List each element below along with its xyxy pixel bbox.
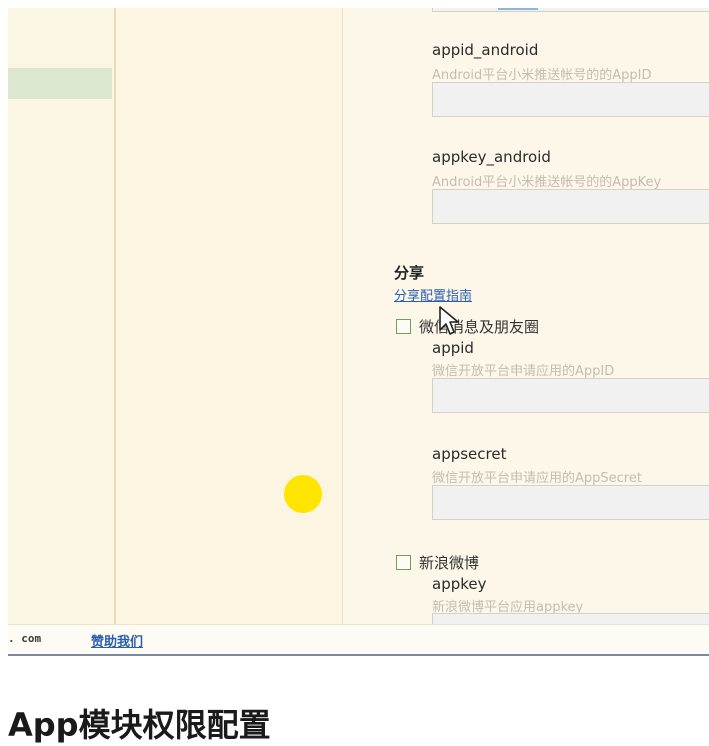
app-config-screenshot: appid_android Android平台小米推送帐号的的AppID app… <box>8 8 709 655</box>
weibo-checkbox-row[interactable]: 新浪微博 <box>396 552 479 573</box>
weibo-checkbox-label: 新浪微博 <box>419 554 480 572</box>
field-hint-wechat-appid: 微信开放平台申请应用的AppID <box>432 364 615 379</box>
page-heading: App模块权限配置 <box>8 706 271 744</box>
appkey-android-input[interactable] <box>432 189 709 224</box>
field-label-appid-android: appid_android <box>432 41 539 59</box>
screenshot-bottom-border <box>8 654 709 656</box>
left-nav-column <box>8 8 116 624</box>
left-nav-selected-item[interactable] <box>8 68 112 99</box>
field-label-weibo-appkey: appkey <box>432 575 487 593</box>
footer-domain: . com <box>8 632 42 645</box>
weibo-checkbox[interactable] <box>396 555 411 570</box>
sponsor-link[interactable]: 赞助我们 <box>91 631 143 650</box>
wechat-checkbox-row[interactable]: 微信消息及朋友圈 <box>396 316 539 337</box>
share-guide-link[interactable]: 分享配置指南 <box>394 285 472 304</box>
field-label-appkey-android: appkey_android <box>432 148 551 166</box>
wechat-checkbox-label: 微信消息及朋友圈 <box>419 318 540 336</box>
previous-field-accent <box>498 8 538 10</box>
field-label-wechat-appsecret: appsecret <box>432 445 507 463</box>
share-section-title: 分享 <box>394 264 425 282</box>
click-highlight-dot <box>284 475 322 513</box>
wechat-appid-input[interactable] <box>432 378 709 413</box>
field-hint-wechat-appsecret: 微信开放平台申请应用的AppSecret <box>432 471 642 486</box>
field-hint-appid-android: Android平台小米推送帐号的的AppID <box>432 68 652 83</box>
wechat-appsecret-input[interactable] <box>432 485 709 520</box>
page-footer: . com 赞助我们 <box>8 624 709 654</box>
middle-column <box>116 8 343 624</box>
appid-android-input[interactable] <box>432 82 709 117</box>
field-hint-appkey-android: Android平台小米推送帐号的的AppKey <box>432 175 662 190</box>
field-label-wechat-appid: appid <box>432 339 474 357</box>
wechat-checkbox[interactable] <box>396 319 411 334</box>
mouse-pointer-icon <box>439 306 459 335</box>
previous-input-field[interactable] <box>432 8 709 12</box>
